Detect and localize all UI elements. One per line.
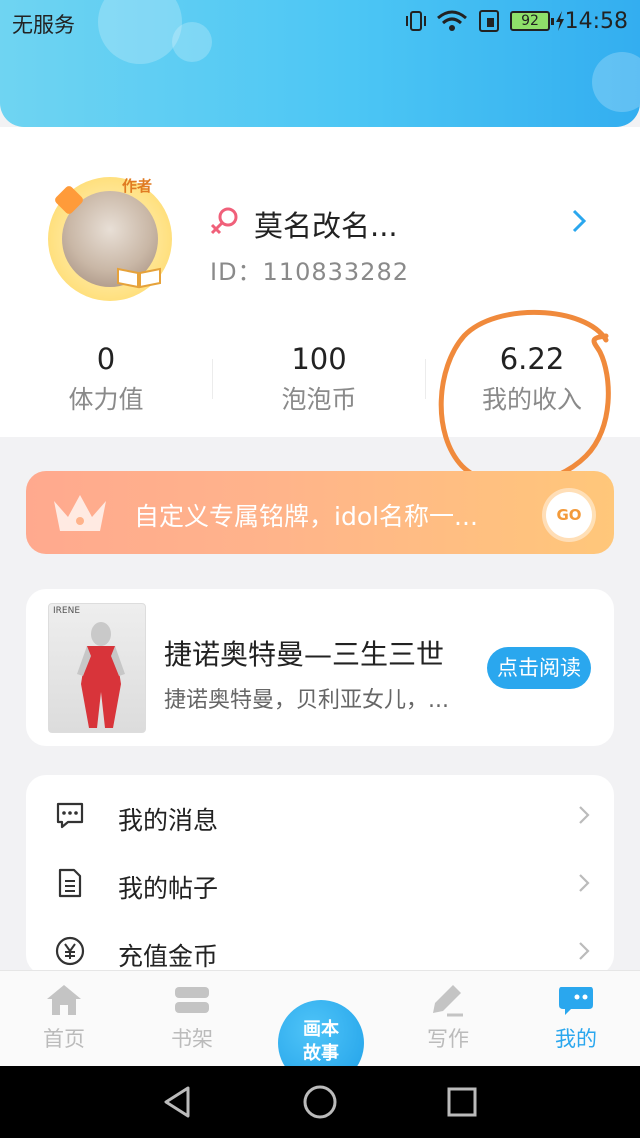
stat-value: 100 [291, 342, 347, 376]
chevron-right-icon [579, 806, 590, 824]
header-banner: 无服务 92 14:58 [0, 0, 640, 127]
battery-indicator: 92 [510, 11, 554, 31]
cover-label: IRENE [53, 606, 81, 616]
stat-label: 体力值 [68, 385, 144, 414]
nav-label: 书架 [171, 1027, 213, 1051]
promo-text: 自定义专属铭牌，idol名称一... [134, 502, 478, 531]
menu-list: 我的消息 我的帖子 充值金币 [26, 775, 614, 975]
document-icon [58, 868, 82, 898]
annotation-circle [438, 310, 611, 488]
menu-item-label: 充值金币 [118, 942, 219, 971]
stat-stamina[interactable]: 0 体力值 [26, 342, 186, 416]
center-label-line2: 故事 [303, 1043, 339, 1064]
divider [425, 359, 426, 399]
carrier-text: 无服务 [12, 13, 75, 37]
nav-label: 我的 [555, 1027, 597, 1051]
center-label-line1: 画本 [303, 1019, 339, 1040]
nav-bookshelf[interactable]: 书架 [142, 983, 242, 1053]
message-icon [56, 802, 84, 829]
hero-figure-icon [77, 622, 125, 728]
nav-label: 首页 [43, 1027, 85, 1051]
divider [212, 359, 213, 399]
stat-label: 泡泡币 [281, 385, 357, 414]
menu-item-messages[interactable]: 我的消息 [26, 781, 614, 849]
back-icon[interactable] [160, 1084, 196, 1120]
avatar-frame[interactable]: 作者 [48, 177, 172, 301]
chevron-right-icon [579, 942, 590, 960]
stat-bubble-coins[interactable]: 100 泡泡币 [239, 342, 399, 416]
nav-label: 写作 [427, 1027, 469, 1051]
pen-icon [433, 985, 463, 1017]
menu-item-label: 我的消息 [118, 806, 219, 835]
stat-value: 0 [96, 342, 116, 376]
clock: 14:58 [564, 9, 628, 34]
sim-icon [479, 10, 499, 32]
go-button[interactable]: GO [546, 492, 592, 538]
book-description: 捷诺奥特曼，贝利亚女儿，... [164, 688, 449, 713]
chevron-right-icon [579, 874, 590, 892]
book-cover[interactable]: IRENE [48, 603, 146, 733]
book-title: 捷诺奥特曼—三生三世 [164, 638, 445, 671]
home-circle-icon[interactable] [302, 1084, 338, 1120]
user-id: ID：110833282 [210, 258, 409, 286]
menu-item-posts[interactable]: 我的帖子 [26, 849, 614, 917]
recent-book-card[interactable]: IRENE 捷诺奥特曼—三生三世 捷诺奥特曼，贝利亚女儿，... 点击阅读 [26, 589, 614, 746]
chat-face-icon [559, 987, 593, 1015]
nav-home[interactable]: 首页 [14, 983, 114, 1053]
recents-icon[interactable] [444, 1084, 480, 1120]
female-icon [210, 207, 238, 235]
open-book-icon [117, 267, 161, 289]
home-icon [47, 985, 81, 1015]
read-button[interactable]: 点击阅读 [487, 647, 591, 689]
username[interactable]: 莫名改名... [254, 203, 398, 245]
chevron-right-icon[interactable] [568, 207, 590, 235]
author-tag: 作者 [122, 177, 153, 195]
menu-item-label: 我的帖子 [118, 874, 219, 903]
nameplate-promo-banner[interactable]: 自定义专属铭牌，idol名称一... GO [26, 471, 614, 554]
yuan-coin-icon [55, 936, 85, 966]
bookshelf-icon [175, 987, 209, 1013]
wifi-icon [437, 10, 467, 31]
nav-mine[interactable]: 我的 [526, 983, 626, 1053]
system-nav-bar [0, 1066, 640, 1138]
decor-bubble [592, 52, 640, 112]
status-bar: 无服务 92 14:58 [0, 0, 640, 44]
vibrate-icon [406, 11, 426, 31]
nav-write[interactable]: 写作 [398, 983, 498, 1053]
crown-icon [54, 495, 106, 531]
